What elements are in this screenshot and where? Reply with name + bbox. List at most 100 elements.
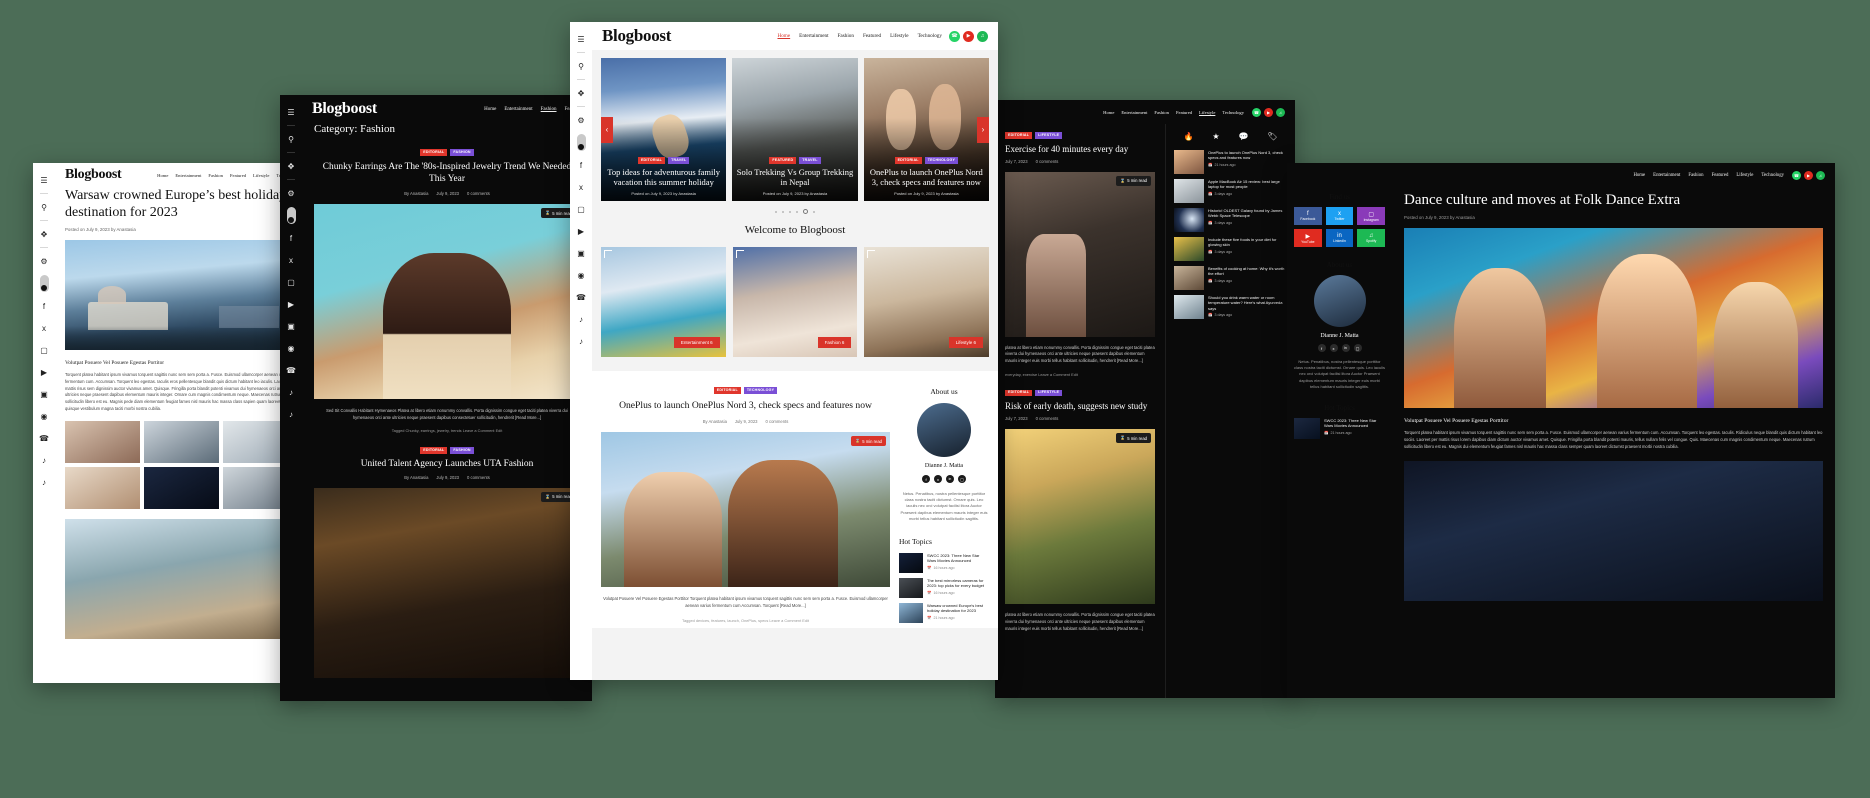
- social-rail-center[interactable]: ☰ ⚲ ✥ ⚙ f x ▢ ▶ ▣ ◉ ☎ ♪ ♪: [570, 22, 592, 680]
- nav-item-entertainment[interactable]: Entertainment: [799, 33, 828, 39]
- list-item[interactable]: SWCC 2023: Three New Star Wars Movies An…: [1294, 417, 1385, 439]
- social-box-instagram[interactable]: ▢ Instagram: [1357, 207, 1385, 225]
- main-nav[interactable]: Home Entertainment Fashion Featured: [484, 107, 582, 112]
- facebook-icon[interactable]: f: [922, 475, 930, 483]
- tiktok-icon[interactable]: ♪: [284, 407, 298, 421]
- post-image[interactable]: ⌛ 5 min read: [314, 204, 580, 400]
- twitter-icon[interactable]: x: [284, 253, 298, 267]
- badge-travel[interactable]: TRAVEL: [799, 157, 821, 164]
- list-item[interactable]: Include these five foods in your diet fo…: [1174, 237, 1287, 261]
- list-item[interactable]: Warsaw crowned Europe's best holiday des…: [899, 602, 989, 623]
- sidebar-tabs[interactable]: 🔥 ★ 💬 🏷: [1174, 132, 1287, 141]
- grid-image[interactable]: [144, 420, 219, 463]
- badge-featured[interactable]: FEATURED: [769, 157, 797, 164]
- site-brand[interactable]: Blogboost: [312, 100, 377, 118]
- grid-image[interactable]: [65, 420, 140, 463]
- flame-icon[interactable]: 🔥: [1183, 132, 1193, 141]
- badge-editorial[interactable]: EDITORIAL: [1005, 132, 1033, 139]
- instagram-icon[interactable]: ▢: [1353, 344, 1362, 352]
- nav-item-entertainment[interactable]: Entertainment: [175, 173, 201, 178]
- author-social[interactable]: f x in ▢: [899, 475, 989, 483]
- whatsapp-icon[interactable]: ☎: [1252, 107, 1261, 117]
- nav-item-home[interactable]: Home: [1103, 110, 1114, 115]
- facebook-icon[interactable]: f: [37, 299, 51, 313]
- facebook-icon[interactable]: f: [1317, 344, 1326, 352]
- linkedin-icon[interactable]: in: [946, 475, 954, 483]
- list-item[interactable]: The best mirrorless cameras for 2023: to…: [899, 577, 989, 598]
- youtube-icon[interactable]: ▶: [574, 224, 588, 238]
- post-tags[interactable]: Tagged devices, features, launch, OnePlu…: [601, 618, 890, 623]
- tiktok-icon[interactable]: ♪: [284, 385, 298, 399]
- badge-technology[interactable]: TECHNOLOGY: [924, 157, 959, 164]
- carousel-dot[interactable]: [813, 210, 815, 213]
- social-box-spotify[interactable]: ♫ Spotify: [1357, 229, 1385, 247]
- category-card-fashion[interactable]: Fashion 6: [732, 247, 858, 357]
- youtube-icon[interactable]: ▶: [963, 30, 974, 42]
- instagram-icon[interactable]: ▢: [284, 275, 298, 289]
- menu-icon[interactable]: ☰: [574, 32, 588, 46]
- menu-icon[interactable]: ☰: [284, 105, 298, 119]
- nav-item-fashion[interactable]: Fashion: [1688, 173, 1703, 178]
- social-rail-left[interactable]: ☰ ⚲ ✥ ⚙ f x ▢ ▶ ▣ ◉ ☎ ♪ ♪: [33, 163, 55, 683]
- tiktok-icon[interactable]: ♪: [574, 312, 588, 326]
- browser-window-homepage[interactable]: ☰ ⚲ ✥ ⚙ f x ▢ ▶ ▣ ◉ ☎ ♪ ♪ Blogboost Home…: [570, 22, 998, 680]
- nav-item-home[interactable]: Home: [484, 107, 496, 112]
- search-icon[interactable]: ⚲: [37, 200, 51, 214]
- whatsapp-icon[interactable]: ☎: [1792, 170, 1801, 180]
- social-rail-dark[interactable]: ☰ ⚲ ✥ ⚙ f x ▢ ▶ ▣ ◉ ☎ ♪ ♪: [280, 95, 302, 701]
- pinterest-icon[interactable]: ◉: [574, 268, 588, 282]
- badge-fashion[interactable]: FASHION: [450, 149, 474, 156]
- carousel-slide[interactable]: ‹ EDITORIAL TRAVEL Top ideas for adventu…: [601, 58, 727, 201]
- footer-image[interactable]: [65, 518, 298, 639]
- nav-item-home[interactable]: Home: [157, 173, 168, 178]
- post-title[interactable]: Exercise for 40 minutes every day: [1005, 144, 1155, 154]
- nav-item-lifestyle[interactable]: Lifestyle: [890, 33, 908, 39]
- category-card-row[interactable]: Entertainment 6 Fashion 6 Lifestyle 6: [592, 236, 998, 357]
- nav-item-featured[interactable]: Featured: [1712, 173, 1729, 178]
- list-item-title[interactable]: Benefits of cooking at home: Why it's wo…: [1208, 266, 1287, 277]
- main-nav[interactable]: Home Entertainment Fashion Featured Life…: [1633, 173, 1784, 178]
- twitter-icon[interactable]: x: [37, 321, 51, 335]
- carousel-dots[interactable]: [592, 201, 998, 214]
- list-item-title[interactable]: Historic! OLDEST Galaxy found by James W…: [1208, 208, 1287, 219]
- post-title[interactable]: United Talent Agency Launches UTA Fashio…: [320, 459, 574, 469]
- list-item[interactable]: Apple MacBook Air 15 review: best large …: [1174, 179, 1287, 203]
- menu-icon[interactable]: ☰: [37, 173, 51, 187]
- list-item-title[interactable]: Apple MacBook Air 15 review: best large …: [1208, 179, 1287, 190]
- nav-item-entertainment[interactable]: Entertainment: [1121, 110, 1147, 115]
- nav-item-fashion[interactable]: Fashion: [1154, 110, 1169, 115]
- shuffle-icon[interactable]: ✥: [284, 159, 298, 173]
- list-item-title[interactable]: Include these five foods in your diet fo…: [1208, 237, 1287, 248]
- post-tags[interactable]: everyday, exercise Leave a Comment Edit: [1005, 372, 1155, 377]
- pinterest-icon[interactable]: ◉: [284, 341, 298, 355]
- nav-item-fashion[interactable]: Fashion: [838, 33, 854, 39]
- list-item-title[interactable]: Warsaw crowned Europe's best holiday des…: [927, 603, 989, 614]
- badge-editorial[interactable]: EDITORIAL: [637, 157, 666, 164]
- carousel-slide[interactable]: FEATURED TRAVEL Solo Trekking Vs Group T…: [732, 58, 858, 201]
- hero-image[interactable]: [1404, 228, 1823, 409]
- grid-image[interactable]: [65, 466, 140, 509]
- nav-item-entertainment[interactable]: Entertainment: [1653, 173, 1680, 178]
- search-icon[interactable]: ⚲: [574, 59, 588, 73]
- tiktok-icon[interactable]: ♪: [574, 334, 588, 348]
- nav-item-technology[interactable]: Technology: [1761, 173, 1784, 178]
- post-title[interactable]: Chunky Earrings Are The '80s-Inspired Je…: [320, 161, 574, 185]
- nav-item-fashion[interactable]: Fashion: [208, 173, 223, 178]
- facebook-icon[interactable]: f: [574, 158, 588, 172]
- carousel-dot[interactable]: [782, 210, 784, 213]
- grid-image[interactable]: [144, 466, 219, 509]
- nav-item-featured[interactable]: Featured: [1176, 110, 1192, 115]
- carousel-dot[interactable]: [796, 210, 798, 213]
- badge-travel[interactable]: TRAVEL: [668, 157, 690, 164]
- header-social[interactable]: ☎ ▶ ♫: [1252, 107, 1285, 117]
- instagram-icon[interactable]: ▢: [37, 343, 51, 357]
- post-title[interactable]: OnePlus to launch OnePlus Nord 3, check …: [601, 400, 890, 412]
- whatsapp-icon[interactable]: ☎: [574, 290, 588, 304]
- toggle-switch[interactable]: [39, 275, 49, 292]
- post-image[interactable]: ⌛ 5 min read: [314, 487, 580, 678]
- toggle-switch[interactable]: [576, 134, 586, 151]
- nav-item-home[interactable]: Home: [777, 33, 790, 39]
- author-social[interactable]: f x in ▢: [1294, 344, 1385, 352]
- star-icon[interactable]: ★: [1212, 132, 1219, 141]
- site-brand[interactable]: Blogboost: [602, 26, 671, 46]
